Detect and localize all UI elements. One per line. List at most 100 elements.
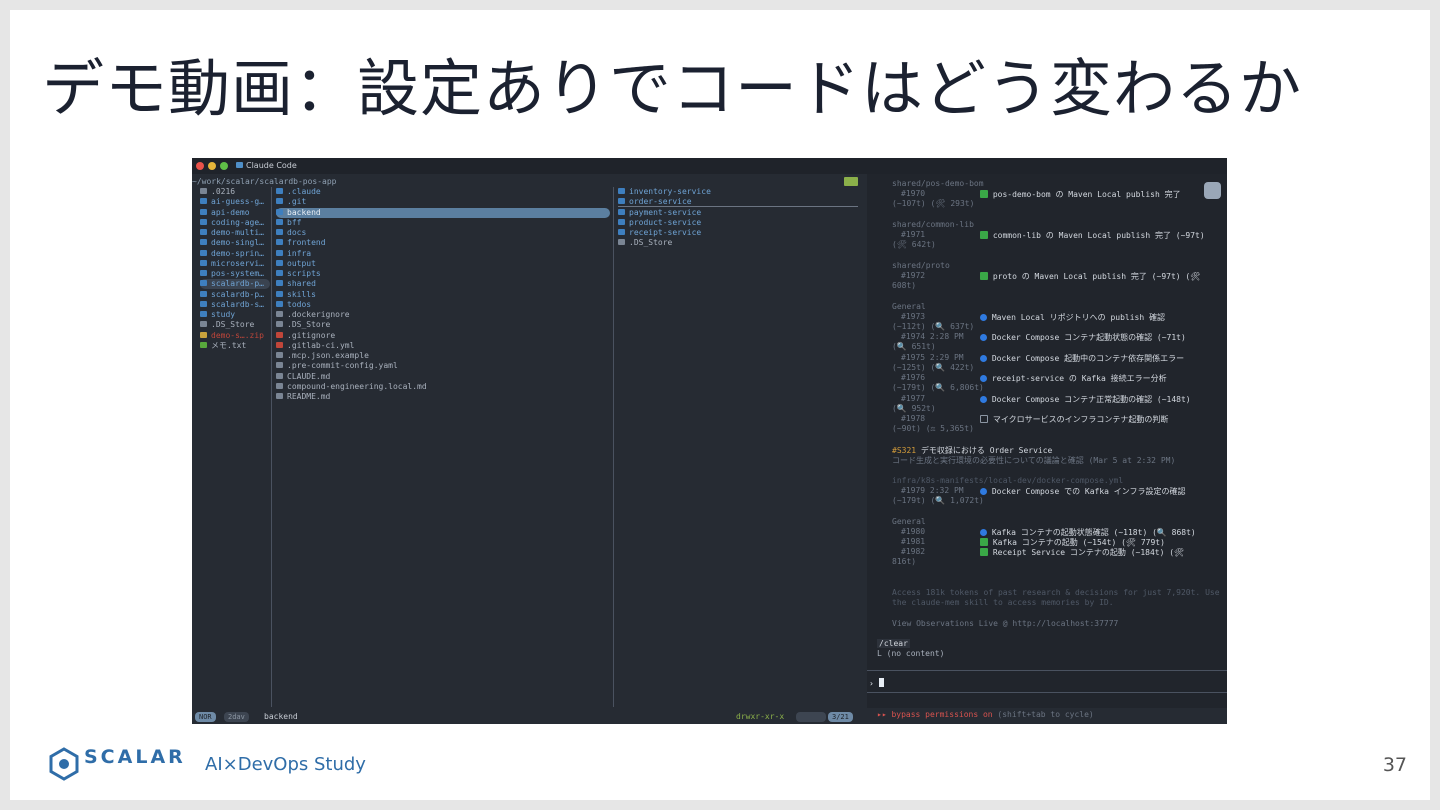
file-entry[interactable]: .dockerignore (276, 310, 610, 320)
file-name: .claude (287, 187, 321, 196)
file-name: demo-singl… (211, 238, 264, 248)
file-entry[interactable]: .pre-commit-config.yaml (276, 361, 610, 371)
file-entry[interactable]: demo-singl… (200, 238, 270, 248)
file-entry[interactable]: inventory-service (618, 187, 858, 197)
status-pill-blank (796, 712, 826, 722)
file-entry[interactable]: backend (276, 207, 610, 218)
entry-text: Docker Compose での Kafka インフラ設定の確認 (991, 487, 1186, 496)
file-entry[interactable]: .git (276, 197, 610, 207)
file-icon (276, 362, 283, 369)
window-title: Claude Code (246, 161, 297, 170)
file-entry[interactable]: microservi… (200, 259, 270, 269)
file-entry[interactable]: shared (276, 279, 610, 289)
entry-id: #1970 (901, 189, 926, 198)
file-entry[interactable]: compound-engineering.local.md (276, 382, 610, 392)
input-prompt[interactable]: › (869, 678, 884, 688)
close-window-button[interactable] (196, 162, 204, 170)
cursor (878, 678, 884, 687)
file-entry[interactable]: scripts (276, 269, 610, 279)
group-header: shared/common-lib (892, 220, 974, 229)
file-entry[interactable]: output (276, 259, 610, 269)
file-name: demo-s….zip (211, 330, 264, 340)
clear-output: L (no content) (877, 649, 945, 658)
file-entry[interactable]: メモ.txt (200, 341, 270, 351)
folder-icon (276, 249, 283, 256)
check-icon (980, 272, 988, 280)
file-icon (276, 352, 283, 358)
file-entry[interactable]: infra (276, 249, 610, 259)
position-indicator: 3/21 (828, 712, 853, 722)
file-name: study (211, 310, 236, 319)
file-entry[interactable]: scalardb-p… (200, 290, 270, 300)
file-entry[interactable]: product-service (618, 218, 858, 228)
file-entry[interactable]: docs (276, 228, 610, 238)
file-name: api-demo (211, 207, 250, 217)
entry-text: receipt-service の Kafka 接続エラー分析 (991, 374, 1167, 383)
file-entry[interactable]: demo-sprin… (200, 249, 270, 259)
file-entry[interactable]: receipt-service (618, 228, 858, 238)
check-icon (980, 231, 988, 239)
file-entry[interactable]: ai-guess-g… (200, 197, 270, 207)
file-entry[interactable]: .DS_Store (618, 238, 858, 248)
file-name: backend (287, 207, 321, 217)
file-entry[interactable]: study (200, 310, 270, 320)
file-entry[interactable]: .claude (276, 187, 610, 197)
file-entry[interactable]: .gitignore (276, 331, 610, 341)
file-name: infra (287, 248, 312, 258)
file-entry[interactable]: .mcp.json.example (276, 351, 610, 361)
file-name: .DS_Store (287, 320, 331, 330)
file-entry[interactable]: coding-age… (200, 218, 270, 228)
file-entry[interactable]: bff (276, 218, 610, 228)
folder-icon (200, 198, 207, 205)
file-name: メモ.txt (211, 340, 247, 350)
file-entry[interactable]: payment-service (618, 208, 858, 218)
file-entry[interactable]: .0216 (200, 187, 270, 197)
file-entry[interactable]: pos-system… (200, 269, 270, 279)
group-header: shared/proto (892, 261, 950, 270)
file-name: .DS_Store (211, 320, 255, 330)
mode-indicator: NOR (195, 712, 216, 722)
observations-link[interactable]: View Observations Live @ http://localhos… (892, 619, 1118, 628)
blue-dot-icon (980, 396, 987, 403)
file-entry[interactable]: .DS_Store (200, 320, 270, 330)
file-icon (276, 321, 283, 328)
file-entry[interactable]: .gitlab-ci.yml (276, 341, 610, 351)
file-entry[interactable]: CLAUDE.md (276, 372, 610, 382)
file-entry[interactable]: scalardb-p… (200, 279, 270, 290)
file-entry[interactable]: demo-s….zip (200, 331, 270, 341)
maximize-window-button[interactable] (220, 162, 228, 170)
entry-text: Docker Compose 起動中のコンテナ依存関係エラー (991, 354, 1185, 363)
file-entry[interactable]: todos (276, 300, 610, 310)
check-icon (980, 538, 988, 546)
terminal-screenshot: Claude Code ~/work/scalar/scalardb-pos-a… (192, 158, 1227, 724)
file-entry[interactable]: scalardb-s… (200, 300, 270, 310)
claude-session-panel: shared/pos-demo-bom #1970 pos-demo-bom の… (867, 174, 1227, 708)
file-icon (276, 382, 283, 389)
column-divider (271, 187, 272, 707)
folder-icon (276, 290, 283, 297)
file-entry[interactable]: README.md (276, 392, 610, 402)
file-name: output (287, 258, 316, 268)
minimize-window-button[interactable] (208, 162, 216, 170)
file-name: microservi… (211, 258, 264, 268)
status-bar: NOR 2dav backend drwxr-xr-x 3/21 (192, 710, 867, 724)
entry-text: pos-demo-bom の Maven Local publish 完了 (992, 190, 1181, 199)
file-entry[interactable]: frontend (276, 238, 610, 248)
scalar-logo-icon (49, 747, 79, 781)
file-icon (200, 341, 207, 348)
file-name: compound-engineering.local.md (287, 381, 427, 391)
file-name: pos-system… (211, 269, 264, 278)
file-entry[interactable]: skills (276, 290, 610, 300)
entry-id: #1971 (901, 230, 926, 239)
file-entry[interactable]: demo-multi… (200, 228, 270, 238)
file-entry[interactable]: .DS_Store (276, 320, 610, 330)
folder-icon (200, 270, 207, 276)
folder-icon (200, 239, 207, 246)
folder-icon (200, 280, 207, 287)
entry-meta: (~179t) (🔍 1,072t) (892, 496, 984, 505)
file-name: .DS_Store (629, 238, 673, 248)
folder-icon (200, 290, 207, 297)
status-pill: 2dav (224, 712, 249, 722)
blue-dot-icon (980, 314, 987, 321)
file-entry[interactable]: api-demo (200, 208, 270, 218)
